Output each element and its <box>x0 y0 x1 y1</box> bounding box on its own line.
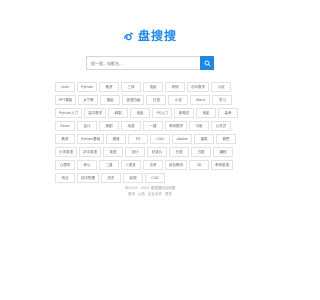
tag-item[interactable]: 电影 <box>143 82 164 92</box>
tag-item[interactable]: 初中数学 <box>187 82 210 92</box>
tag-item[interactable]: 刑法 <box>55 173 75 183</box>
tag-item[interactable]: 电影 <box>196 108 217 118</box>
tag-item[interactable]: 韩剧 <box>108 108 129 118</box>
tag-item[interactable]: Python <box>77 82 98 92</box>
tag-item[interactable]: 美剧 <box>99 121 119 131</box>
tag-item[interactable]: 摄影 <box>100 95 121 105</box>
tag-item[interactable]: PS入门 <box>152 108 173 118</box>
search-bar <box>86 56 214 70</box>
footer-link[interactable]: 首页 <box>128 191 135 197</box>
search-icon <box>204 60 211 67</box>
logo-text: 盘搜搜 <box>137 29 177 43</box>
tag-item[interactable]: 小说 <box>168 95 189 105</box>
tag-item[interactable]: 英语 <box>103 147 123 157</box>
tag-item[interactable]: 考研 <box>165 82 186 92</box>
hot-tags: Java Python 教资 三体 电影 考研 初中数学 小说 PPT模板 乡宁教 摄影 英语四级 日漫… <box>55 82 245 183</box>
tag-item[interactable]: 初中英语 <box>79 147 101 157</box>
tag-item[interactable]: 高中数学 <box>84 108 107 118</box>
tag-item[interactable]: 纪录片 <box>147 147 167 157</box>
tag-item[interactable]: 影视 <box>123 173 143 183</box>
tag-item[interactable]: CAD <box>150 134 171 144</box>
tag-item[interactable]: 小学英语 <box>55 147 77 157</box>
footer-link[interactable]: 更多 <box>165 191 172 197</box>
tag-item[interactable]: 心理学 <box>55 160 75 170</box>
tag-item[interactable]: 一建 <box>143 121 163 131</box>
tag-item[interactable]: 高考 <box>218 108 239 118</box>
footer: @2019 - 2022 盘搜搜网站地图 首页 公告 企业合作 更多 <box>0 185 300 197</box>
tag-item[interactable]: 编程 <box>213 147 233 157</box>
tag-item[interactable]: C4D <box>145 173 165 183</box>
tag-item[interactable]: 考研英语 <box>211 160 233 170</box>
tag-item[interactable]: Python入门 <box>55 108 83 118</box>
tag-item[interactable]: 二建 <box>99 160 119 170</box>
tag-item[interactable]: 教资 <box>99 82 120 92</box>
tag-item[interactable]: 考研数学 <box>165 121 187 131</box>
tag-item[interactable]: Word <box>190 95 211 105</box>
tag-item[interactable]: 公务员 <box>211 121 231 131</box>
tag-item[interactable]: 小说 <box>211 82 232 92</box>
tag-item[interactable]: 日剧 <box>191 147 211 157</box>
page: 盘搜搜 JavaPython教资三体电影考研初中数学小说PPT模板乡宁教摄影英语… <box>0 0 300 300</box>
tag-item[interactable]: 会计 <box>77 121 97 131</box>
tag-item[interactable]: 历史 <box>101 173 121 183</box>
tag-item[interactable]: 三体 <box>121 82 142 92</box>
tag-item[interactable]: 动漫 <box>121 121 141 131</box>
tag-item[interactable]: 英语四级 <box>122 95 145 105</box>
tag-item[interactable]: 健身 <box>106 134 127 144</box>
tag-item[interactable]: 新概念 <box>174 108 195 118</box>
logo-icon <box>124 31 133 40</box>
tag-item[interactable]: 雅思 <box>216 134 237 144</box>
tag-item[interactable]: 中医 <box>189 121 209 131</box>
tag-item[interactable]: 法考 <box>143 160 163 170</box>
footer-link[interactable]: 企业合作 <box>148 191 162 197</box>
tag-item[interactable]: 综合教资 <box>165 160 187 170</box>
tag-item[interactable]: 日漫 <box>146 95 167 105</box>
tag-item[interactable]: 乡宁教 <box>78 95 99 105</box>
tag-item[interactable]: 3D <box>189 160 209 170</box>
tag-item[interactable]: 考公 <box>77 160 97 170</box>
tag-item[interactable]: Java <box>55 82 75 92</box>
tag-item[interactable]: 学习 <box>212 95 233 105</box>
footer-link[interactable]: 公告 <box>138 191 145 197</box>
tag-item[interactable]: PPT模板 <box>55 95 77 105</box>
footer-links: 首页 公告 企业合作 更多 <box>0 191 300 197</box>
tag-item[interactable]: 日语 <box>169 147 189 157</box>
tag-item[interactable]: Python基础 <box>77 134 105 144</box>
search-button[interactable] <box>200 56 214 70</box>
tag-item[interactable]: C语言 <box>121 160 141 170</box>
tag-item[interactable]: 建筑 <box>194 134 215 144</box>
tag-item[interactable]: 教资 <box>55 134 75 144</box>
tag-item[interactable]: Excel <box>55 121 75 131</box>
tag-item[interactable]: 设计 <box>125 147 145 157</box>
tag-item[interactable]: Adobe <box>172 134 193 144</box>
search-input[interactable] <box>86 56 200 70</box>
tag-item[interactable]: 初中物理 <box>77 173 99 183</box>
tag-item[interactable]: 电影 <box>130 108 151 118</box>
tag-item[interactable]: PS <box>128 134 149 144</box>
logo[interactable]: 盘搜搜 <box>0 27 300 44</box>
